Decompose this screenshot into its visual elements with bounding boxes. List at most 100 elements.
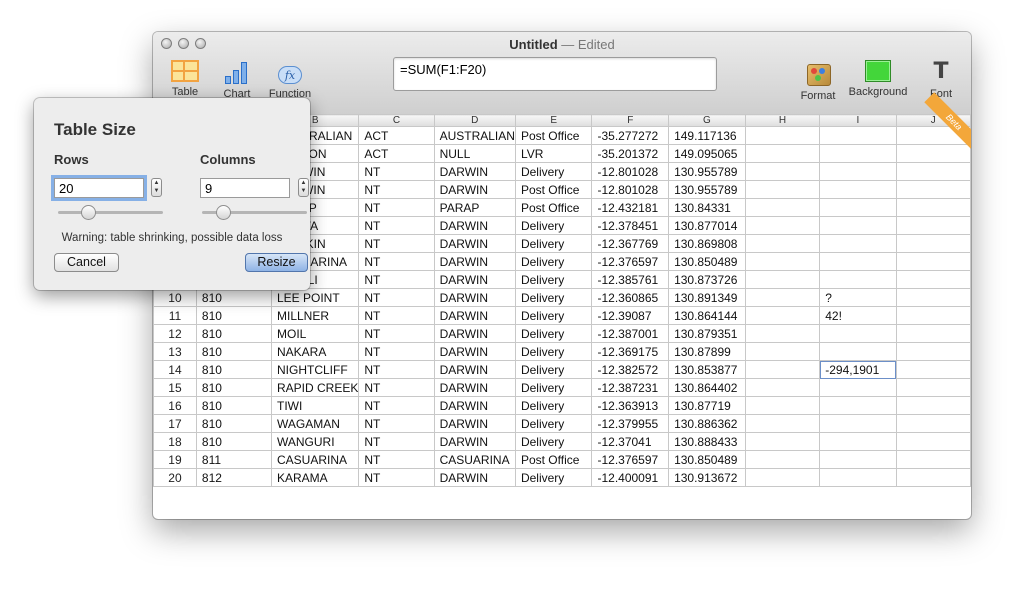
cell[interactable]: CASUARINA [270, 450, 360, 469]
cell[interactable] [819, 432, 897, 451]
cell[interactable]: 810 [195, 324, 272, 343]
cell[interactable]: 130.869808 [668, 234, 746, 253]
function-button[interactable]: fx Function [265, 66, 315, 100]
cell[interactable]: Delivery [514, 162, 593, 181]
cell[interactable] [895, 432, 971, 451]
cell[interactable]: 130.850489 [668, 450, 746, 469]
font-button[interactable]: T Font [923, 60, 959, 101]
cell[interactable]: 149.117136 [668, 126, 746, 145]
cell[interactable]: Delivery [514, 252, 593, 271]
cell[interactable] [744, 180, 821, 199]
cell[interactable] [819, 342, 897, 361]
cell[interactable]: PARAP [433, 198, 516, 217]
cell[interactable] [895, 144, 971, 163]
cell[interactable] [744, 216, 821, 235]
cell[interactable]: 130.877014 [668, 216, 746, 235]
cell[interactable] [819, 324, 897, 343]
cell[interactable] [895, 270, 971, 289]
rows-slider-knob[interactable] [81, 205, 96, 220]
cell[interactable] [819, 126, 897, 145]
cell[interactable]: NT [358, 216, 435, 235]
cell[interactable]: LEE POINT [270, 288, 360, 307]
cell[interactable] [895, 162, 971, 181]
cell[interactable]: 130.913672 [668, 468, 746, 487]
cell[interactable]: DARWIN [433, 324, 516, 343]
cell[interactable] [744, 432, 821, 451]
cell[interactable]: NULL [433, 144, 516, 163]
cell[interactable]: 130.955789 [668, 180, 746, 199]
cell[interactable]: Delivery [514, 396, 593, 415]
cell[interactable]: 130.87719 [668, 396, 746, 415]
row-header[interactable]: 13 [153, 342, 197, 361]
columns-slider-knob[interactable] [216, 205, 231, 220]
cell[interactable]: -12.378451 [591, 216, 670, 235]
cell[interactable] [895, 288, 971, 307]
cell[interactable]: Delivery [514, 216, 593, 235]
cell[interactable]: Post Office [514, 450, 593, 469]
cell[interactable]: DARWIN [433, 252, 516, 271]
cell[interactable]: NT [358, 468, 435, 487]
cell[interactable]: 810 [195, 306, 272, 325]
cell[interactable] [744, 234, 821, 253]
cell[interactable]: 149.095065 [668, 144, 746, 163]
cell[interactable]: Delivery [514, 270, 593, 289]
row-header[interactable]: 14 [153, 360, 197, 379]
column-header[interactable]: D [433, 114, 516, 127]
row-header[interactable]: 15 [153, 378, 197, 397]
cell[interactable] [895, 198, 971, 217]
cell[interactable]: -12.382572 [591, 360, 670, 379]
cell[interactable]: NT [358, 198, 435, 217]
cell[interactable]: NT [358, 306, 435, 325]
cell[interactable]: 810 [195, 342, 272, 361]
cell[interactable]: DARWIN [433, 468, 516, 487]
cell[interactable]: -12.363913 [591, 396, 670, 415]
cell[interactable]: TIWI [270, 396, 360, 415]
cell[interactable] [895, 396, 971, 415]
cell[interactable]: NT [358, 252, 435, 271]
cell[interactable] [895, 234, 971, 253]
cell[interactable] [819, 234, 897, 253]
cell[interactable]: DARWIN [433, 378, 516, 397]
cell[interactable]: DARWIN [433, 432, 516, 451]
cell[interactable]: DARWIN [433, 396, 516, 415]
cell[interactable]: -35.277272 [591, 126, 670, 145]
cell[interactable] [819, 378, 897, 397]
cell[interactable]: DARWIN [433, 342, 516, 361]
table-button[interactable]: Table [165, 60, 205, 98]
row-header[interactable]: 20 [153, 468, 197, 487]
columns-slider[interactable] [202, 205, 307, 220]
cell[interactable] [744, 414, 821, 433]
cell[interactable]: -12.367769 [591, 234, 670, 253]
column-header[interactable]: H [744, 114, 821, 127]
row-header[interactable]: 19 [153, 450, 197, 469]
cell[interactable]: NT [358, 396, 435, 415]
cell[interactable]: Delivery [514, 234, 593, 253]
cell[interactable]: 130.879351 [668, 324, 746, 343]
rows-field[interactable] [54, 178, 144, 198]
cell[interactable]: NT [358, 234, 435, 253]
cell[interactable] [895, 306, 971, 325]
cell[interactable] [819, 162, 897, 181]
cell[interactable] [895, 324, 971, 343]
cell[interactable] [819, 468, 897, 487]
cell[interactable] [895, 360, 971, 379]
cell[interactable]: RAPID CREEK [270, 378, 360, 397]
cell[interactable]: 810 [195, 360, 272, 379]
chart-button[interactable]: Chart [215, 60, 259, 100]
cell[interactable] [819, 270, 897, 289]
cell[interactable] [744, 324, 821, 343]
cell[interactable]: Post Office [514, 180, 593, 199]
cell[interactable]: 810 [195, 378, 272, 397]
cell[interactable]: DARWIN [433, 162, 516, 181]
cell[interactable] [744, 396, 821, 415]
cell[interactable]: 130.84331 [668, 198, 746, 217]
cell[interactable] [744, 378, 821, 397]
cell[interactable]: -294,1901 [819, 360, 897, 379]
rows-stepper[interactable]: ▲ ▼ [151, 178, 162, 197]
cell[interactable]: 130.891349 [668, 288, 746, 307]
cell[interactable] [744, 288, 821, 307]
cell[interactable]: NT [358, 288, 435, 307]
cell[interactable] [744, 198, 821, 217]
cell[interactable]: Delivery [514, 414, 593, 433]
row-header[interactable]: 12 [153, 324, 197, 343]
